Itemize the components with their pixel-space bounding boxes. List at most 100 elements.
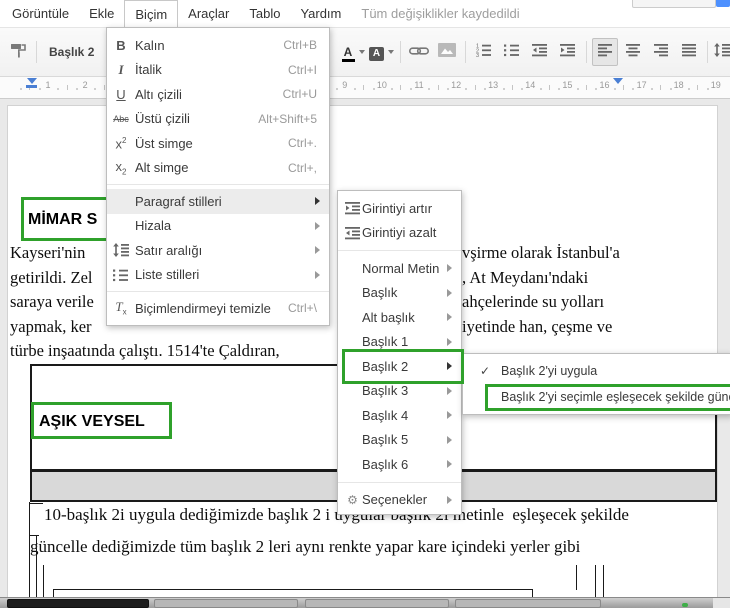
menu-item-başlık[interactable]: Başlık <box>338 281 461 306</box>
menu-separator <box>338 481 461 483</box>
decrease-indent-button[interactable] <box>527 38 553 66</box>
ruler-dot <box>446 88 449 90</box>
first-line-indent-marker[interactable] <box>26 85 37 88</box>
ruler-dot <box>354 88 357 90</box>
dropdown-arrow-icon <box>358 50 365 54</box>
toolbar-separator <box>586 41 587 63</box>
menu-item-girintiyi-artır[interactable]: Girintiyi artır <box>338 196 461 221</box>
ruler-dot <box>706 88 709 90</box>
ruler-tick <box>660 85 662 90</box>
taskbar-window-button[interactable] <box>305 599 449 608</box>
menu-item-başlık-1[interactable]: Başlık 1 <box>338 330 461 355</box>
ruler-dot <box>75 88 78 90</box>
justify-button[interactable] <box>676 38 702 66</box>
numbered-list-button[interactable]: 123 <box>471 38 497 66</box>
increase-indent-icon <box>560 43 576 62</box>
ruler-tick <box>66 85 68 90</box>
text-color-button[interactable]: A <box>340 38 366 66</box>
menu-item-satır-aralığı[interactable]: Satır aralığı <box>107 238 329 263</box>
submenu-arrow-icon <box>447 411 452 420</box>
paragraph-style-selector[interactable]: Başlık 2 <box>49 45 94 59</box>
menu-item-başlık-2[interactable]: Başlık 2 <box>338 354 461 379</box>
menu-item-label: Üstü çizili <box>135 111 190 127</box>
menu-item-başlık-4[interactable]: Başlık 4 <box>338 403 461 428</box>
menu-item-liste-stilleri[interactable]: Liste stilleri <box>107 263 329 288</box>
ruler-tick <box>474 85 476 90</box>
taskbar-window-button[interactable] <box>455 599 601 608</box>
menu-shortcut: Ctrl+U <box>282 87 317 102</box>
menubar-item-ekle[interactable]: Ekle <box>79 0 124 27</box>
menu-item-hizala[interactable]: Hizala <box>107 214 329 239</box>
checkmark-icon: ✓ <box>479 364 491 378</box>
format-menu: B Kalın Ctrl+B I İtalik Ctrl+I U Altı çizili Ctr… <box>106 27 330 326</box>
menu-item-üstü-çizili[interactable]: Abc Üstü çizili Alt+Shift+5 <box>107 107 329 132</box>
justify-icon <box>681 43 697 62</box>
right-indent-marker[interactable] <box>613 78 623 84</box>
ruler-number: 17 <box>636 80 647 90</box>
menubar-item-tablo[interactable]: Tablo <box>239 0 290 27</box>
menu-item-normal-metin[interactable]: Normal Metin <box>338 256 461 281</box>
submenu-arrow-icon <box>447 495 452 504</box>
submenu-arrow-icon <box>315 246 320 255</box>
submenu-arrow-icon <box>447 435 452 444</box>
ruler-dot <box>428 88 431 90</box>
line-spacing-icon <box>111 243 131 258</box>
menu-item-başlık-2yi-seçimle-eşleşecek-şekilde-güncelle[interactable]: Başlık 2'yi seçimle eşleşecek şekilde gü… <box>463 384 730 410</box>
menubar-item-görüntüle[interactable]: Görüntüle <box>2 0 79 27</box>
menu-item-label: Alt simge <box>135 160 189 176</box>
menu-item-alt-simge[interactable]: x2 Alt simge Ctrl+, <box>107 156 329 181</box>
bulleted-list-icon <box>504 43 520 62</box>
menu-item-seçenekler[interactable]: ⚙ Seçenekler <box>338 488 461 513</box>
menu-item-i-talik[interactable]: I İtalik Ctrl+I <box>107 58 329 83</box>
submenu-arrow-icon <box>447 460 452 469</box>
bulleted-list-button[interactable] <box>499 38 525 66</box>
menu-item-label: Girintiyi artır <box>362 200 433 216</box>
left-indent-marker[interactable] <box>27 78 37 84</box>
insert-link-icon <box>409 43 429 61</box>
highlight-color-button[interactable]: A <box>368 38 395 66</box>
toolbar-partial-button-blue[interactable] <box>716 0 730 7</box>
menu-item-biçimlendirmeyi-temizle[interactable]: Tx Biçimlendirmeyi temizle Ctrl+\ <box>107 296 329 321</box>
align-left-button[interactable] <box>592 38 618 66</box>
menu-separator <box>338 250 461 251</box>
save-status-text: Tüm değişiklikler kaydedildi <box>361 6 520 21</box>
menu-item-kalın[interactable]: B Kalın Ctrl+B <box>107 33 329 58</box>
align-right-button[interactable] <box>648 38 674 66</box>
menu-item-başlık-6[interactable]: Başlık 6 <box>338 452 461 477</box>
menubar-item-araçlar[interactable]: Araçlar <box>178 0 239 27</box>
menu-item-başlık-3[interactable]: Başlık 3 <box>338 379 461 404</box>
menu-bar: Görüntüle Ekle Biçim Araçlar Tablo Yardım Tüm … <box>0 0 730 27</box>
menubar-item-biçim[interactable]: Biçim <box>124 0 179 27</box>
submenu-arrow-icon <box>447 386 452 395</box>
taskbar <box>0 597 730 608</box>
menubar-item-yardım[interactable]: Yardım <box>290 0 351 27</box>
decrease-indent-icon <box>344 226 361 240</box>
bold-icon: B <box>116 37 126 53</box>
menu-item-paragraf-stilleri[interactable]: Paragraf stilleri <box>107 189 329 214</box>
increase-indent-button[interactable] <box>555 38 581 66</box>
line-spacing-button[interactable] <box>713 38 730 66</box>
ruler-dot <box>38 88 41 90</box>
menu-item-altı-çizili[interactable]: U Altı çizili Ctrl+U <box>107 82 329 107</box>
menu-item-başlık-2yi-uygula[interactable]: ✓ Başlık 2'yi uygula <box>463 358 730 384</box>
ruler-tick <box>585 85 587 90</box>
list-styles-icon <box>111 268 131 282</box>
menu-item-girintiyi-azalt[interactable]: Girintiyi azalt <box>338 221 461 246</box>
align-center-button[interactable] <box>620 38 646 66</box>
ruler-dot <box>688 88 690 90</box>
numbered-list-icon: 123 <box>476 43 492 62</box>
paint-format-button[interactable] <box>5 38 31 66</box>
taskbar-window-button[interactable] <box>154 599 298 608</box>
ruler-dot <box>94 88 97 90</box>
toolbar-partial-button[interactable] <box>632 0 716 8</box>
subscript-icon: x2 <box>115 158 127 177</box>
insert-link-button[interactable] <box>406 38 432 66</box>
submenu-arrow-icon <box>447 288 452 297</box>
taskbar-window-button[interactable] <box>7 599 149 608</box>
menu-item-üst-simge[interactable]: x2 Üst simge Ctrl+. <box>107 131 329 156</box>
strikethrough-icon: Abc <box>113 113 129 124</box>
menu-item-başlık-5[interactable]: Başlık 5 <box>338 428 461 453</box>
underline-icon: U <box>116 86 126 102</box>
insert-image-button[interactable] <box>434 38 460 66</box>
menu-item-alt-başlık[interactable]: Alt başlık <box>338 305 461 330</box>
